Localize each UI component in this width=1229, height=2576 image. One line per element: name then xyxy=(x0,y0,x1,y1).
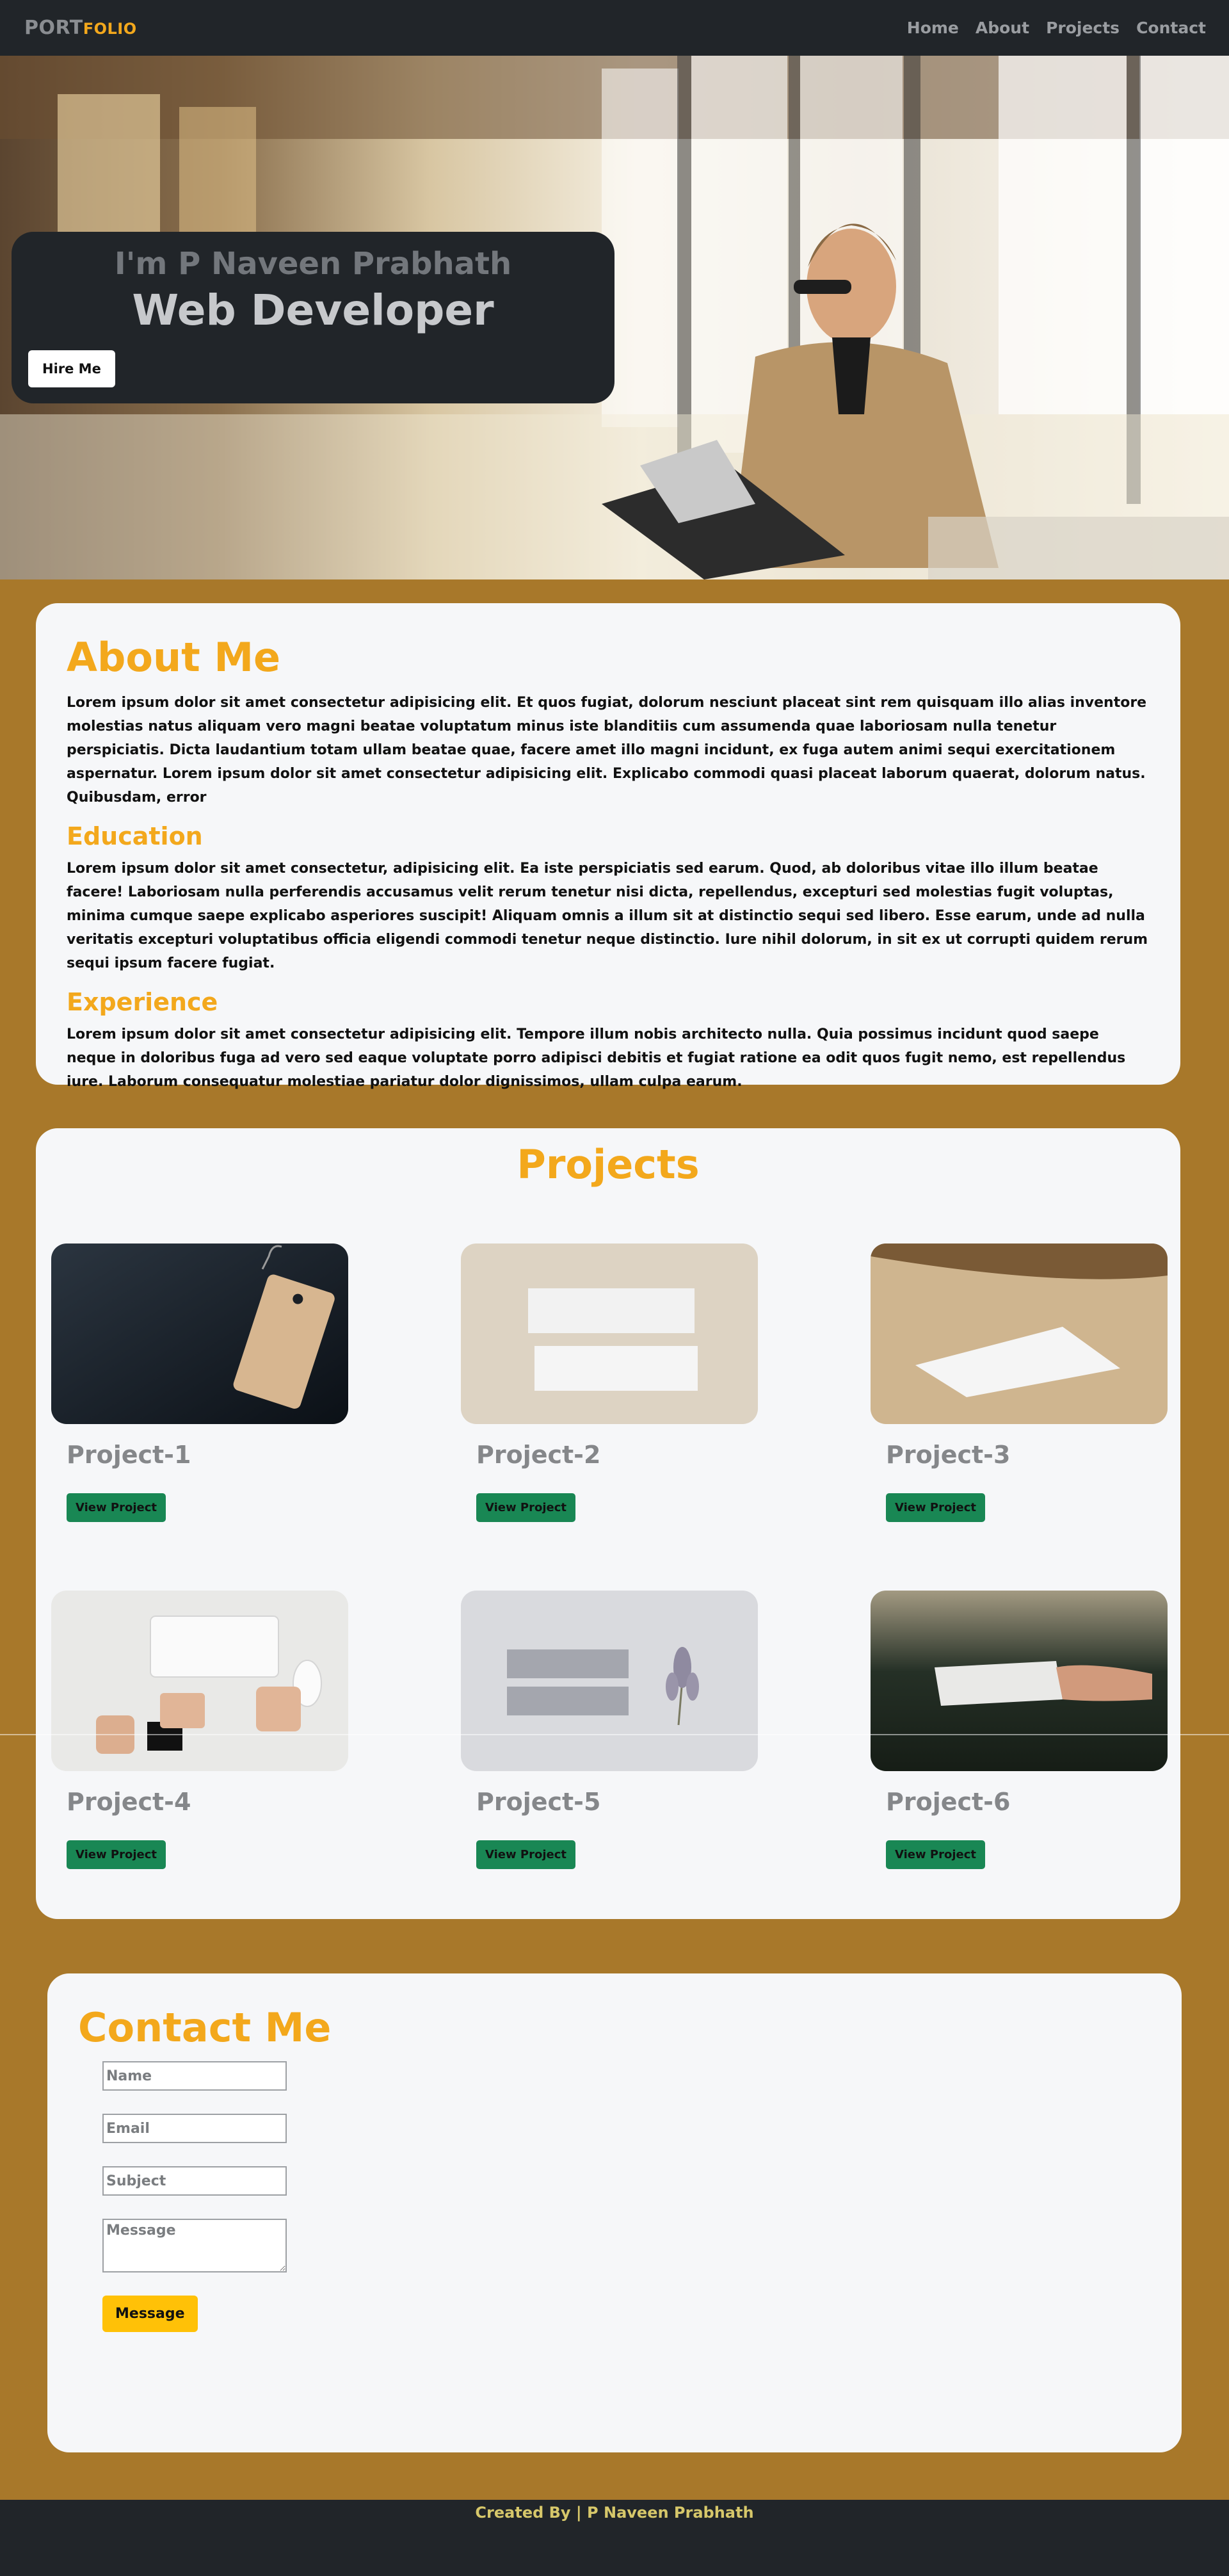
hero-card: I'm P Naveen Prabhath Web Developer Hire… xyxy=(12,232,614,403)
hero-role: Web Developer xyxy=(132,286,494,335)
project-image-4 xyxy=(51,1591,348,1771)
send-message-button[interactable]: Message xyxy=(102,2296,198,2332)
projects-title: Projects xyxy=(517,1141,700,1188)
view-project-button-5[interactable]: View Project xyxy=(476,1840,575,1869)
about-section: About Me Lorem ipsum dolor sit amet cons… xyxy=(36,603,1180,1090)
hero-section: I'm P Naveen Prabhath Web Developer Hire… xyxy=(0,56,1229,579)
email-field[interactable] xyxy=(102,2114,287,2143)
project-card-3: Project-3 View Project xyxy=(871,1243,1168,1522)
project-card-5: Project-5 View Project xyxy=(461,1591,758,1869)
project-card-2: Project-2 View Project xyxy=(461,1243,758,1522)
subject-field[interactable] xyxy=(102,2166,287,2196)
nav-link-home[interactable]: Home xyxy=(907,19,959,37)
project-title-6: Project-6 xyxy=(886,1788,1011,1816)
brand-part-1: PORT xyxy=(24,17,83,39)
projects-section: Projects Project-1 View Project Project-… xyxy=(36,1128,1180,1919)
hire-me-button[interactable]: Hire Me xyxy=(28,350,115,387)
experience-text: Lorem ipsum dolor sit amet consectetur a… xyxy=(67,1026,1126,1090)
contact-section: Contact Me Message xyxy=(47,1973,1182,2452)
view-project-button-3[interactable]: View Project xyxy=(886,1493,985,1522)
education-title: Education xyxy=(67,822,203,850)
project-card-1: Project-1 View Project xyxy=(51,1243,348,1522)
project-title-4: Project-4 xyxy=(67,1788,191,1816)
brand-part-2: FOLIO xyxy=(83,20,137,38)
view-project-button-1[interactable]: View Project xyxy=(67,1493,166,1522)
project-title-3: Project-3 xyxy=(886,1441,1011,1469)
overlay-divider-line xyxy=(0,1734,1229,1735)
navbar: PORTFOLIO Home About Projects Contact xyxy=(0,0,1229,56)
nav-link-projects[interactable]: Projects xyxy=(1046,19,1120,37)
project-image-2 xyxy=(461,1243,758,1424)
project-card-4: Project-4 View Project xyxy=(51,1591,348,1869)
project-card-6: Project-6 View Project xyxy=(871,1591,1168,1869)
project-image-1 xyxy=(51,1243,348,1424)
hero-intro: I'm P Naveen Prabhath xyxy=(114,246,512,282)
view-project-button-6[interactable]: View Project xyxy=(886,1840,985,1869)
contact-title: Contact Me xyxy=(78,2004,332,2051)
nav-link-contact[interactable]: Contact xyxy=(1136,19,1206,37)
footer-credit: Created By | P Naveen Prabhath xyxy=(475,2504,754,2522)
project-image-6 xyxy=(871,1591,1168,1771)
project-title-2: Project-2 xyxy=(476,1441,601,1469)
view-project-button-4[interactable]: View Project xyxy=(67,1840,166,1869)
project-title-5: Project-5 xyxy=(476,1788,601,1816)
about-text: Lorem ipsum dolor sit amet consectetur a… xyxy=(67,695,1147,806)
name-field[interactable] xyxy=(102,2061,287,2091)
project-image-3 xyxy=(871,1243,1168,1424)
about-title: About Me xyxy=(67,634,281,681)
project-image-5 xyxy=(461,1591,758,1771)
experience-title: Experience xyxy=(67,988,218,1016)
project-title-1: Project-1 xyxy=(67,1441,191,1469)
view-project-button-2[interactable]: View Project xyxy=(476,1493,575,1522)
message-field[interactable] xyxy=(102,2219,287,2272)
nav-link-about[interactable]: About xyxy=(976,19,1029,37)
brand-logo[interactable]: PORTFOLIO xyxy=(24,17,137,39)
footer: Created By | P Naveen Prabhath xyxy=(0,2500,1229,2576)
nav-links: Home About Projects Contact xyxy=(907,19,1206,37)
education-text: Lorem ipsum dolor sit amet consectetur, … xyxy=(67,861,1148,971)
